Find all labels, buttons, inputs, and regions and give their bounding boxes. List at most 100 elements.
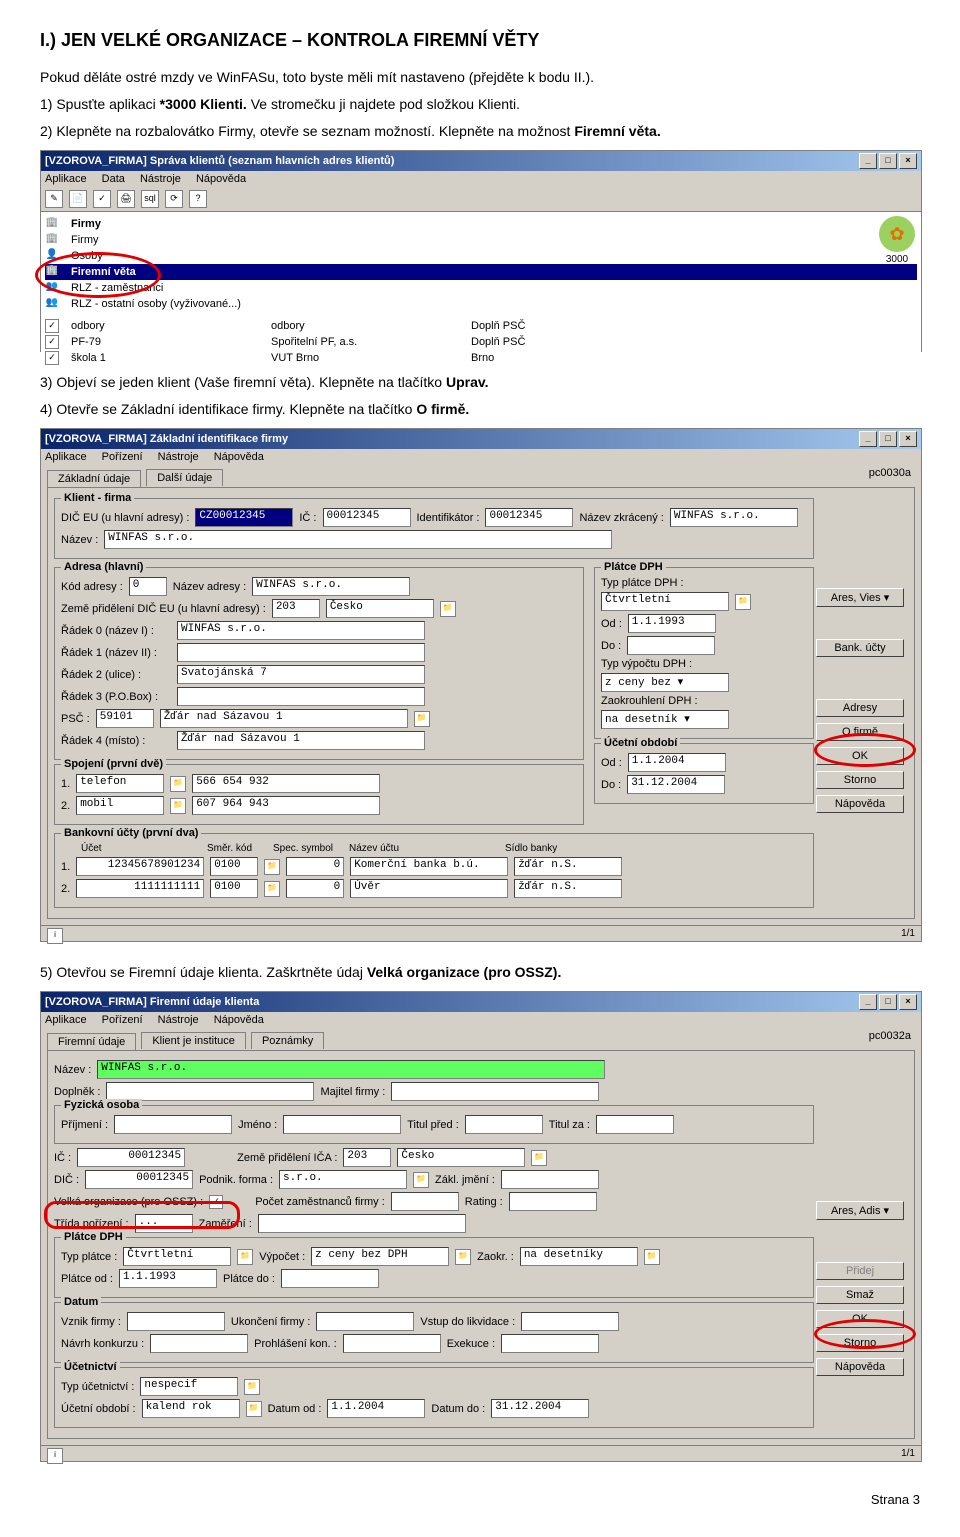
maximize-button[interactable]: □ xyxy=(879,994,897,1010)
ares-vies-button[interactable]: Ares, Vies ▾ xyxy=(816,588,904,607)
menu-item[interactable]: Nástroje xyxy=(158,1014,199,1026)
nazevz-input[interactable]: WINFAS s.r.o. xyxy=(670,508,798,527)
browse-icon[interactable]: 📁 xyxy=(413,1172,429,1188)
bank-ucet-input[interactable]: 12345678901234 xyxy=(76,857,204,876)
typ-platce-input[interactable]: Čtvrtletní xyxy=(123,1247,231,1266)
tab-zakladni-udaje[interactable]: Základní údaje xyxy=(47,470,141,488)
do-input[interactable] xyxy=(627,636,715,655)
table-row[interactable]: ✓odboryodboryDoplň PSČ xyxy=(45,318,917,334)
storno-button[interactable]: Storno xyxy=(816,771,904,789)
menu-item[interactable]: Aplikace xyxy=(45,173,87,185)
podnik-forma-input[interactable]: s.r.o. xyxy=(279,1170,407,1189)
browse-icon[interactable]: 📁 xyxy=(455,1249,471,1265)
browse-icon[interactable]: 📁 xyxy=(264,859,280,875)
exekuce-input[interactable] xyxy=(501,1334,599,1353)
browse-icon[interactable]: 📁 xyxy=(531,1150,547,1166)
od-input[interactable]: 1.1.1993 xyxy=(628,614,716,633)
ucet-obdobi-input[interactable]: kalend rok xyxy=(142,1399,240,1418)
kod-adresy-input[interactable]: 0 xyxy=(129,577,167,596)
uco-do-input[interactable]: 31.12.2004 xyxy=(627,775,725,794)
browse-icon[interactable]: 📁 xyxy=(170,776,186,792)
spoj1-typ-input[interactable]: telefon xyxy=(76,774,164,793)
toolbar-icon[interactable]: ✓ xyxy=(93,190,111,208)
dropdown-item-osoby[interactable]: 👤Osoby xyxy=(45,248,917,264)
dic-input[interactable]: CZ00012345 xyxy=(195,508,293,527)
konkurz-prohl-input[interactable] xyxy=(343,1334,441,1353)
bank-nazev-input[interactable]: Komerční banka b.ú. xyxy=(350,857,508,876)
browse-icon[interactable]: 📁 xyxy=(414,711,430,727)
konkurz-navrh-input[interactable] xyxy=(150,1334,248,1353)
uco-od-input[interactable]: 1.1.2004 xyxy=(628,753,726,772)
o-firme-button[interactable]: O firmě xyxy=(816,723,904,741)
zeme-kod-input[interactable]: 203 xyxy=(343,1148,391,1167)
browse-icon[interactable]: 📁 xyxy=(170,798,186,814)
napoveda-button[interactable]: Nápověda xyxy=(816,1358,904,1376)
jmeno-input[interactable] xyxy=(283,1115,401,1134)
ok-button[interactable]: OK xyxy=(816,747,904,765)
psc-mesto-input[interactable]: Žďár nad Sázavou 1 xyxy=(160,709,408,728)
storno-button[interactable]: Storno xyxy=(816,1334,904,1352)
browse-icon[interactable]: 📁 xyxy=(644,1249,660,1265)
minimize-button[interactable]: _ xyxy=(859,994,877,1010)
nazev-input[interactable]: WINFAS s.r.o. xyxy=(104,530,612,549)
zeme-kod-input[interactable]: 203 xyxy=(272,599,320,618)
datum-od-input[interactable]: 1.1.2004 xyxy=(327,1399,425,1418)
radek0-input[interactable]: WINFAS s.r.o. xyxy=(177,621,425,640)
smaz-button[interactable]: Smaž xyxy=(816,1286,904,1304)
table-row[interactable]: ✓škola 1VUT BrnoBrno xyxy=(45,350,917,366)
tab-poznamky[interactable]: Poznámky xyxy=(251,1032,324,1049)
menu-item[interactable]: Pořízení xyxy=(102,1014,143,1026)
toolbar-icon[interactable]: 🖨 xyxy=(117,190,135,208)
spoj2-typ-input[interactable]: mobil xyxy=(76,796,164,815)
adresy-button[interactable]: Adresy xyxy=(816,699,904,717)
radek2-input[interactable]: Svatojánská 7 xyxy=(177,665,425,684)
vznik-input[interactable] xyxy=(127,1312,225,1331)
majitel-input[interactable] xyxy=(391,1082,599,1101)
radek1-input[interactable] xyxy=(177,643,425,662)
zaokrouhleni-select[interactable]: na desetník ▾ xyxy=(601,710,729,729)
dropdown-item-firemni-veta[interactable]: 🏢Firemní věta xyxy=(45,264,917,280)
ic-input[interactable]: 00012345 xyxy=(323,508,411,527)
platce-do-input[interactable] xyxy=(281,1269,379,1288)
zaokr-input[interactable]: na desetníky xyxy=(520,1247,638,1266)
bank-sidlo-input[interactable]: žďár n.S. xyxy=(514,879,622,898)
zeme-input[interactable]: Česko xyxy=(326,599,434,618)
minimize-button[interactable]: _ xyxy=(859,153,877,169)
zamereni-input[interactable] xyxy=(258,1214,466,1233)
typ-platce-input[interactable]: Čtvrtletní xyxy=(601,592,729,611)
menu-item[interactable]: Aplikace xyxy=(45,451,87,463)
menu-item[interactable]: Data xyxy=(102,173,125,185)
toolbar-icon[interactable]: sql xyxy=(141,190,159,208)
tab-klient-instituce[interactable]: Klient je instituce xyxy=(141,1032,246,1049)
bank-nazev-input[interactable]: Úvěr xyxy=(350,879,508,898)
zeme-input[interactable]: Česko xyxy=(397,1148,525,1167)
menu-item[interactable]: Nápověda xyxy=(214,1014,264,1026)
nazev-adresy-input[interactable]: WINFAS s.r.o. xyxy=(252,577,410,596)
close-button[interactable]: × xyxy=(899,431,917,447)
datum-do-input[interactable]: 31.12.2004 xyxy=(491,1399,589,1418)
dropdown-item-firmy[interactable]: 🏢Firmy xyxy=(45,216,917,232)
likvidace-input[interactable] xyxy=(521,1312,619,1331)
menu-item[interactable]: Nástroje xyxy=(140,173,181,185)
bank-ucet-input[interactable]: 1111111111 xyxy=(76,879,204,898)
trida-input[interactable]: ... xyxy=(135,1214,193,1233)
dropdown-item-rlz-zam[interactable]: 👥RLZ - zaměstnanci xyxy=(45,280,917,296)
menu-item[interactable]: Nápověda xyxy=(214,451,264,463)
ic-input[interactable]: 00012345 xyxy=(77,1148,185,1167)
browse-icon[interactable]: 📁 xyxy=(440,601,456,617)
toolbar-icon[interactable]: 📄 xyxy=(69,190,87,208)
tab-firemni-udaje[interactable]: Firemní údaje xyxy=(47,1033,136,1051)
platce-od-input[interactable]: 1.1.1993 xyxy=(119,1269,217,1288)
minimize-button[interactable]: _ xyxy=(859,431,877,447)
toolbar-icon[interactable]: ? xyxy=(189,190,207,208)
spoj2-val-input[interactable]: 607 964 943 xyxy=(192,796,380,815)
titul-za-input[interactable] xyxy=(596,1115,674,1134)
ukonceni-input[interactable] xyxy=(316,1312,414,1331)
tab-dalsi-udaje[interactable]: Další údaje xyxy=(146,469,223,486)
maximize-button[interactable]: □ xyxy=(879,153,897,169)
browse-icon[interactable]: 📁 xyxy=(246,1401,262,1417)
dic-input[interactable]: 00012345 xyxy=(85,1170,193,1189)
bank-sidlo-input[interactable]: žďár n.S. xyxy=(514,857,622,876)
dropdown-item-firmy2[interactable]: 🏢Firmy xyxy=(45,232,917,248)
toolbar-icon[interactable]: ⟳ xyxy=(165,190,183,208)
